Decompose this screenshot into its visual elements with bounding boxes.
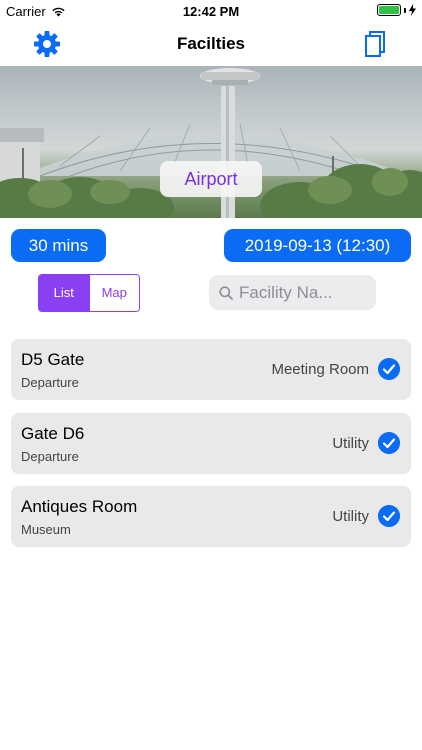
status-bar: Carrier 12:42 PM — [0, 0, 422, 22]
status-time: 12:42 PM — [182, 4, 240, 19]
bookings-button[interactable] — [364, 30, 386, 58]
checkmark-icon[interactable] — [378, 432, 400, 454]
map-view-tab[interactable]: Map — [88, 275, 139, 311]
facility-name: Gate D6 — [21, 424, 85, 443]
duration-button[interactable]: 30 mins — [11, 229, 106, 262]
search-input[interactable] — [239, 282, 369, 303]
search-icon — [219, 285, 233, 300]
facility-area: Museum — [21, 522, 71, 537]
facility-name: Antiques Room — [21, 497, 138, 516]
facility-area: Departure — [21, 449, 79, 464]
page-title: Facilties — [176, 34, 246, 53]
charging-bolt-icon — [409, 4, 416, 16]
list-view-tab[interactable]: List — [39, 275, 89, 311]
location-badge[interactable]: Airport — [160, 161, 262, 197]
battery-icon — [377, 4, 401, 16]
facility-area: Departure — [21, 375, 79, 390]
facility-type: Meeting Room — [271, 361, 369, 378]
search-bar — [209, 275, 376, 310]
checkmark-icon[interactable] — [378, 505, 400, 527]
status-right — [377, 4, 416, 16]
nav-bar: Facilties — [0, 22, 422, 66]
hero-image: Airport — [0, 66, 422, 218]
checkmark-icon[interactable] — [378, 358, 400, 380]
facility-row[interactable]: Antiques Room Museum Utility — [11, 486, 411, 547]
documents-icon — [365, 31, 385, 57]
facility-row[interactable]: Gate D6 Departure Utility — [11, 413, 411, 474]
view-toggle: List Map — [38, 274, 140, 312]
facility-type: Utility — [332, 435, 369, 452]
facility-name: D5 Gate — [21, 350, 85, 369]
facility-type: Utility — [332, 508, 369, 525]
facility-row[interactable]: D5 Gate Departure Meeting Room — [11, 339, 411, 400]
battery-tip — [404, 7, 406, 13]
datetime-button[interactable]: 2019-09-13 (12:30) — [224, 229, 411, 262]
